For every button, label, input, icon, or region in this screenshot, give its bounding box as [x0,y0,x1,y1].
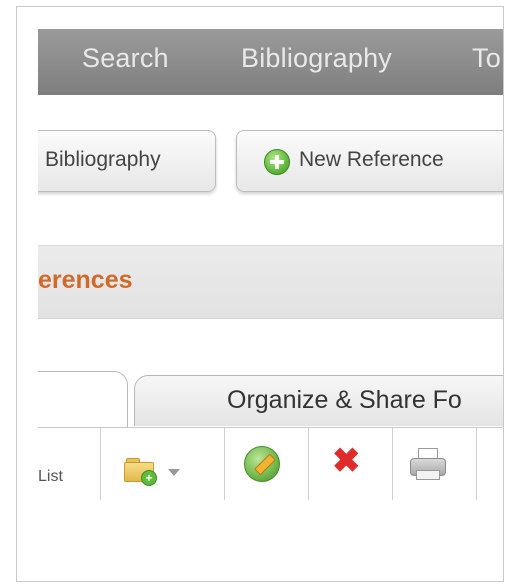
nav-tools[interactable]: To [472,43,501,74]
nav-search[interactable]: Search [82,43,169,74]
print-icon [410,448,446,480]
tab-organize-share[interactable]: Organize & Share Fo [134,375,503,426]
list-view-button[interactable]: List [38,428,101,500]
edit-button[interactable] [224,428,309,500]
print-button[interactable] [392,428,477,500]
new-reference-button[interactable]: New Reference [236,130,503,192]
section-header: erences [38,245,503,319]
delete-icon: ✖ [332,442,361,480]
viewport: Search Bibliography To Bibliography New … [38,7,503,581]
top-nav: Search Bibliography To [38,29,503,95]
tab-references[interactable] [38,371,128,428]
new-reference-button-label: New Reference [299,148,444,171]
list-label: List [38,468,63,485]
delete-button[interactable]: ✖ [308,428,393,500]
add-to-folder-button[interactable]: + [100,428,225,500]
folder-add-icon: + [124,458,157,486]
browser-frame: Search Bibliography To Bibliography New … [16,6,504,582]
nav-bibliography[interactable]: Bibliography [241,43,392,74]
action-toolbar: List + ✖ [38,427,503,500]
tab-organize-share-label: Organize & Share Fo [227,386,462,414]
plus-circle-icon [264,149,290,175]
bibliography-button-label: Bibliography [45,148,161,171]
chevron-down-icon[interactable] [168,469,180,476]
bibliography-button[interactable]: Bibliography [38,130,216,192]
page-title: erences [38,266,133,294]
edit-icon [244,446,280,482]
